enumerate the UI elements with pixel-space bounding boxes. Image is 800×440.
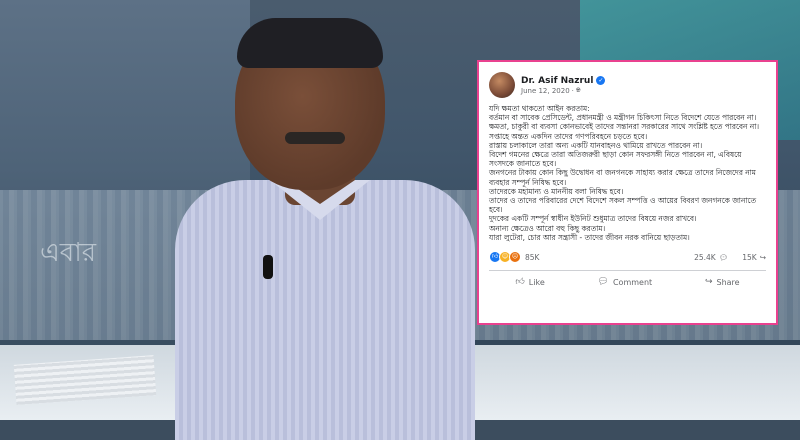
post-line: বর্তমান বা সাবেক প্রেসিডেন্ট, প্রধানমন্ত…: [489, 113, 757, 123]
like-label: Like: [528, 277, 545, 287]
reaction-count: 85K: [525, 252, 540, 262]
author-avatar[interactable]: [489, 72, 515, 98]
reaction-bar: 👍︎ ☺ ☹ 85K 25.4K 💬︎ 15K ↪: [489, 250, 766, 264]
share-stat[interactable]: 15K ↪: [742, 253, 766, 262]
post-line: তাদের ও তাদের পরিবারের দেশে বিদেশে সকল স…: [489, 196, 757, 215]
speaker-photo: [175, 18, 475, 440]
post-date[interactable]: June 12, 2020: [521, 87, 570, 95]
author-name[interactable]: Dr. Asif Nazrul: [521, 76, 593, 86]
comment-count: 25.4K: [694, 252, 716, 262]
share-icon: ↪: [704, 277, 713, 288]
comment-stat[interactable]: 25.4K 💬︎: [694, 253, 728, 262]
post-actions: 👍︎ Like 💬︎ Comment ↪ Share: [489, 271, 766, 293]
post-text: যদি ক্ষমতা থাকতো আইন করতাম: বর্তমান বা স…: [489, 104, 766, 242]
post-line: সপ্তাহে অন্তত একদিন তাদের গণপরিবহনে চড়ত…: [489, 131, 648, 141]
verified-icon: ✓: [596, 76, 606, 85]
post-line: যারা লুটেরা, চোর আর সন্ত্রাসী - তাদের জী…: [489, 232, 690, 242]
reaction-summary[interactable]: 👍︎ ☺ ☹ 85K: [489, 251, 540, 264]
share-count: 15K: [742, 252, 757, 262]
share-stat-icon: ↪: [759, 252, 766, 262]
comment-stat-icon: 💬︎: [718, 252, 729, 262]
share-label: Share: [716, 277, 740, 287]
angry-reaction-icon: ☹: [509, 251, 521, 264]
lapel-microphone: [263, 255, 273, 279]
post-line: তাদেরকে মহামান্য ও মাননীয় বলা নিষিদ্ধ হ…: [489, 186, 624, 196]
post-meta: June 12, 2020 · 🌐︎: [521, 87, 605, 95]
post-line: দুদকের একটি সম্পূর্ন স্বাধীন ইউনিট শুধুম…: [489, 214, 697, 224]
post-line: রাস্তায় চলাকালে তারা অন্য একটি যানবাহনও…: [489, 140, 703, 150]
comment-icon: 💬︎: [597, 277, 609, 288]
like-icon: 👍︎: [515, 277, 525, 288]
globe-icon: 🌐︎: [575, 86, 581, 94]
post-header: Dr. Asif Nazrul ✓ June 12, 2020 · 🌐︎: [489, 70, 766, 100]
post-line: অনান্য ক্ষেত্রেও আরো বহু কিছু করতাম।: [489, 223, 606, 233]
post-stats: 25.4K 💬︎ 15K ↪: [694, 253, 766, 262]
meta-separator: ·: [571, 86, 574, 95]
author-line: Dr. Asif Nazrul ✓: [521, 76, 606, 86]
post-line: যদি ক্ষমতা থাকতো আইন করতাম:: [489, 104, 590, 113]
post-line: জনগনের টাকায় কোন কিছু উদ্বোধন বা জনগনকে…: [489, 168, 756, 187]
hair: [237, 18, 383, 68]
shirt: [175, 180, 475, 440]
facebook-post-card: Dr. Asif Nazrul ✓ June 12, 2020 · 🌐︎ যদি…: [477, 60, 778, 325]
mustache: [285, 132, 345, 144]
background-newsprint-text: এবার: [40, 238, 97, 268]
post-line: বিদেশ গমনের ক্ষেত্রে তারা অতিজরুরী ছাড়া…: [489, 150, 742, 169]
like-button[interactable]: 👍︎ Like: [515, 277, 544, 287]
comment-button[interactable]: 💬︎ Comment: [598, 277, 653, 287]
share-button[interactable]: ↪ Share: [705, 277, 740, 287]
post-line: ক্ষমতা, চাকুরী বা ব্যবসা কোনভাবেই তাদের …: [489, 122, 759, 132]
comment-label: Comment: [612, 277, 653, 287]
